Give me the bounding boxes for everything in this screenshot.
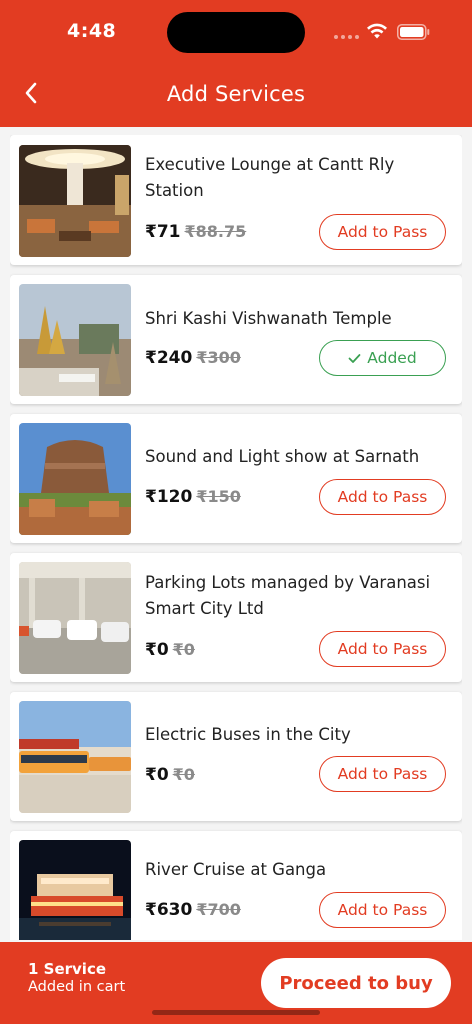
service-price: ₹630 ₹700 (145, 900, 241, 920)
service-price: ₹240 ₹300 (145, 348, 241, 368)
added-button[interactable]: Added (319, 340, 446, 376)
add-to-pass-button[interactable]: Add to Pass (319, 892, 446, 928)
add-to-pass-button[interactable]: Add to Pass (319, 631, 446, 667)
service-image-sarnath (19, 423, 131, 535)
service-image-buses (19, 701, 131, 813)
service-name: Sound and Light show at Sarnath (145, 447, 420, 466)
home-indicator (152, 1010, 320, 1015)
service-price: ₹0 ₹0 (145, 765, 195, 785)
proceed-to-buy-button[interactable]: Proceed to buy (261, 958, 451, 1008)
current-price: ₹71 (145, 222, 181, 242)
service-name: Parking Lots managed by Varanasi Smart C… (145, 573, 431, 618)
service-name: Shri Kashi Vishwanath Temple (145, 309, 392, 328)
cart-subtitle: Added in cart (28, 979, 126, 995)
add-to-pass-button[interactable]: Add to Pass (319, 479, 446, 515)
service-image-lounge (19, 145, 131, 257)
button-label: Add to Pass (337, 488, 428, 506)
current-price: ₹120 (145, 487, 193, 507)
current-price: ₹0 (145, 640, 169, 660)
service-price: ₹71 ₹88.75 (145, 222, 246, 242)
service-name: River Cruise at Ganga (145, 860, 327, 879)
original-price: ₹0 (172, 640, 195, 659)
button-label: Add to Pass (337, 765, 428, 783)
button-label: Add to Pass (337, 640, 428, 658)
service-name: Electric Buses in the City (145, 725, 351, 744)
service-card: Electric Buses in the City ₹0 ₹0 Add to P… (10, 692, 462, 821)
button-label: Add to Pass (337, 223, 428, 241)
service-price: ₹0 ₹0 (145, 640, 195, 660)
check-icon (348, 353, 361, 363)
service-image-cruise (19, 840, 131, 940)
app-header: 4:48 Add Services (0, 0, 472, 127)
original-price: ₹0 (172, 765, 195, 784)
service-card: Sound and Light show at Sarnath ₹120 ₹150… (10, 414, 462, 543)
original-price: ₹300 (196, 348, 241, 367)
service-card: Shri Kashi Vishwanath Temple ₹240 ₹300 Ad… (10, 275, 462, 404)
wifi-icon (367, 23, 387, 39)
add-to-pass-button[interactable]: Add to Pass (319, 214, 446, 250)
current-price: ₹240 (145, 348, 193, 368)
add-to-pass-button[interactable]: Add to Pass (319, 756, 446, 792)
button-label: Added (367, 349, 417, 367)
service-card: Parking Lots managed by Varanasi Smart C… (10, 553, 462, 682)
current-price: ₹0 (145, 765, 169, 785)
original-price: ₹150 (196, 487, 241, 506)
original-price: ₹88.75 (184, 222, 247, 241)
services-list[interactable]: Executive Lounge at Cantt Rly Station ₹7… (10, 135, 462, 940)
service-price: ₹120 ₹150 (145, 487, 241, 507)
cart-count: 1 Service (28, 960, 107, 978)
cellular-signal-icon (334, 35, 359, 39)
service-name: Executive Lounge at Cantt Rly Station (145, 155, 395, 200)
current-price: ₹630 (145, 900, 193, 920)
service-card: River Cruise at Ganga ₹630 ₹700 Add to Pa… (10, 831, 462, 940)
service-image-parking (19, 562, 131, 674)
page-title: Add Services (166, 82, 306, 106)
dynamic-island (167, 12, 305, 53)
battery-icon (397, 24, 430, 40)
status-time: 4:48 (67, 20, 117, 42)
original-price: ₹700 (196, 900, 241, 919)
service-card: Executive Lounge at Cantt Rly Station ₹7… (10, 135, 462, 265)
button-label: Add to Pass (337, 901, 428, 919)
service-image-temple (19, 284, 131, 396)
